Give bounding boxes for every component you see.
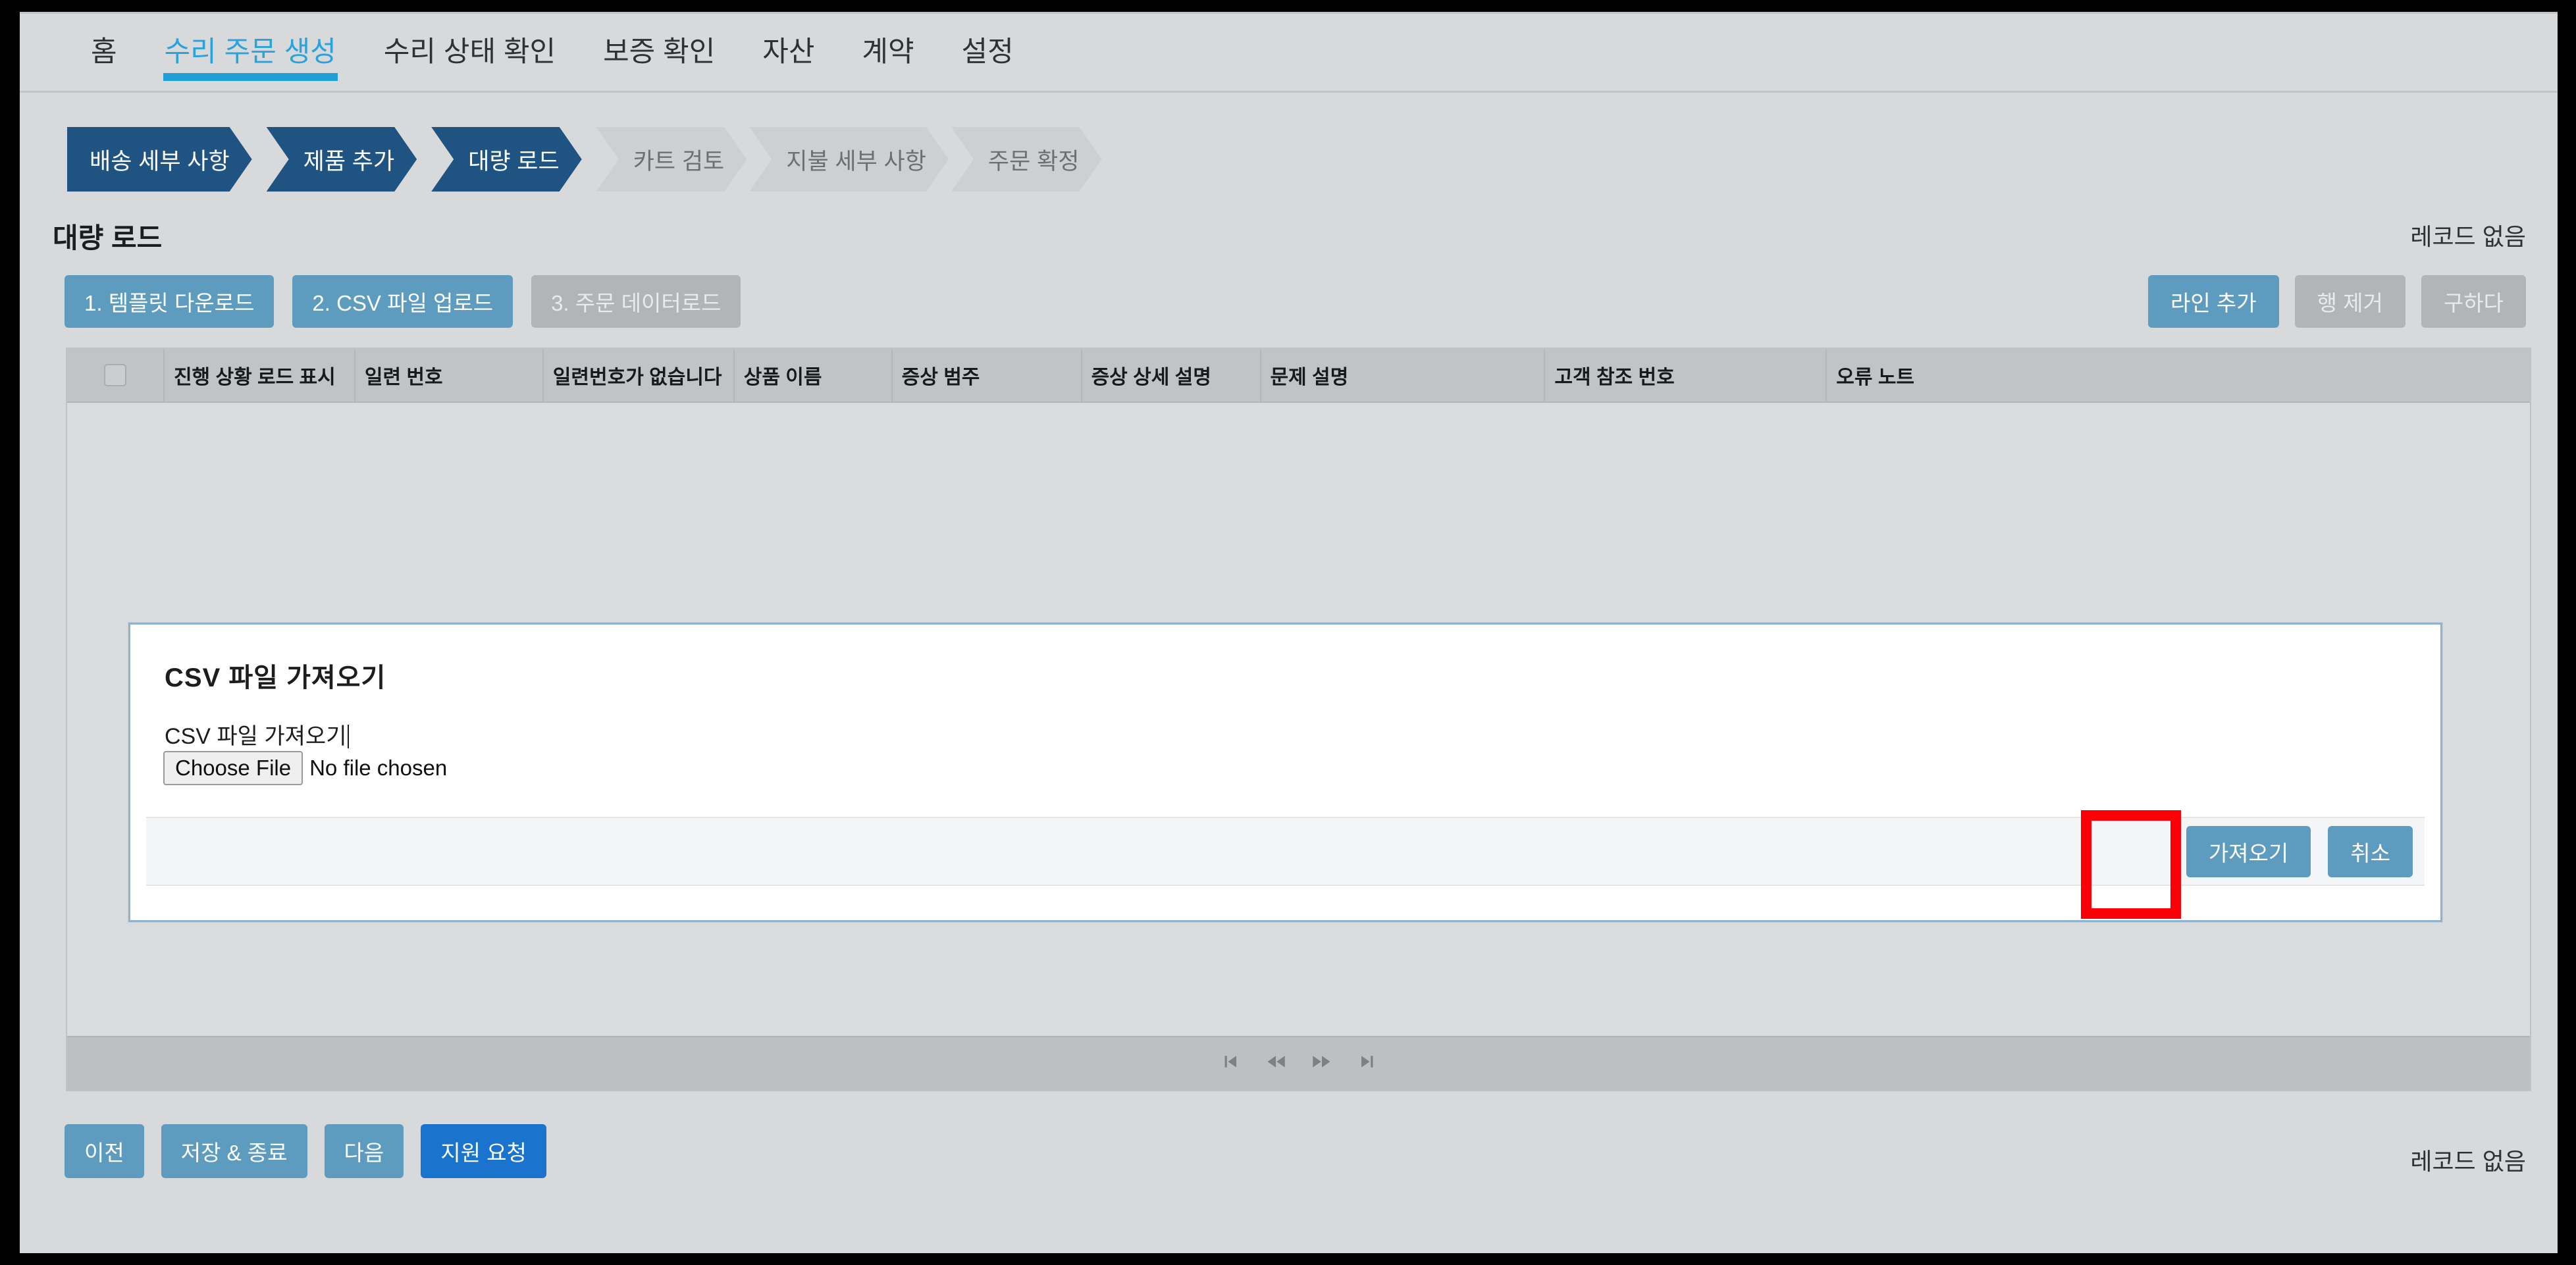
text-caret: [348, 725, 350, 748]
nav-item-settings[interactable]: 설정: [938, 28, 1038, 85]
nav-bottom-divider: [20, 91, 2558, 93]
previous-page-icon[interactable]: [1266, 1052, 1286, 1075]
load-order-data-button[interactable]: 3. 주문 데이터로드: [531, 275, 741, 328]
wizard-navigation-buttons: 이전 저장 & 종료 다음 지원 요청: [65, 1124, 546, 1178]
dialog-footer: 가져오기 취소: [146, 817, 2425, 886]
select-all-header-cell[interactable]: [67, 349, 165, 401]
nav-item-home[interactable]: 홈: [67, 28, 141, 85]
nav-item-label: 수리 상태 확인: [383, 36, 556, 68]
last-page-icon[interactable]: [1358, 1052, 1378, 1075]
nav-item-list: 홈 수리 주문 생성 수리 상태 확인 보증 확인 자산 계약 설정: [67, 28, 1038, 85]
nav-item-create-repair-order[interactable]: 수리 주문 생성: [141, 28, 360, 85]
grid-pagination-bar: [67, 1036, 2530, 1090]
step-label: 지불 세부 사항: [786, 148, 926, 174]
column-header-product-name[interactable]: 상품 이름: [735, 349, 893, 401]
records-count-bottom: 레코드 없음: [2410, 1148, 2526, 1175]
nav-item-label: 보증 확인: [603, 36, 716, 68]
nav-item-warranty-check[interactable]: 보증 확인: [579, 28, 739, 85]
nav-item-label: 계약: [862, 36, 914, 68]
grid-row-actions: 라인 추가 행 제거 구하다: [2148, 275, 2526, 328]
csv-file-field-label-text: CSV 파일 가져오기: [165, 724, 347, 749]
step-bulk-load[interactable]: 대량 로드: [431, 127, 582, 192]
step-label: 제품 추가: [303, 148, 395, 174]
step-label: 대량 로드: [468, 148, 560, 174]
column-header-problem-description[interactable]: 문제 설명: [1261, 349, 1546, 401]
step-label: 배송 세부 사항: [90, 148, 230, 174]
previous-button[interactable]: 이전: [65, 1124, 144, 1178]
column-header-error-note[interactable]: 오류 노트: [1827, 349, 2530, 401]
step-label: 카트 검토: [633, 148, 725, 174]
import-button[interactable]: 가져오기: [2186, 825, 2311, 877]
csv-import-dialog: CSV 파일 가져오기 CSV 파일 가져오기 Choose File No f…: [128, 623, 2442, 922]
select-all-checkbox[interactable]: [103, 364, 126, 386]
remove-row-button[interactable]: 행 제거: [2294, 275, 2405, 328]
nav-item-label: 설정: [961, 36, 1014, 68]
records-count-top: 레코드 없음: [2410, 223, 2526, 250]
add-line-button[interactable]: 라인 추가: [2148, 275, 2279, 328]
column-header-no-serial-number[interactable]: 일련번호가 없습니다: [544, 349, 735, 401]
nav-item-label: 홈: [91, 36, 117, 68]
column-header-customer-reference-number[interactable]: 고객 참조 번호: [1545, 349, 1827, 401]
file-input-row[interactable]: Choose File No file chosen: [163, 751, 447, 785]
nav-item-label: 수리 주문 생성: [164, 36, 336, 68]
request-support-button[interactable]: 지원 요청: [421, 1124, 546, 1178]
page-title: 대량 로드: [53, 222, 163, 253]
column-header-serial-number[interactable]: 일련 번호: [355, 349, 544, 401]
column-header-symptom-detail[interactable]: 증상 상세 설명: [1082, 349, 1261, 401]
save-and-exit-button[interactable]: 저장 & 종료: [161, 1124, 307, 1178]
file-chosen-status: No file chosen: [309, 756, 448, 780]
step-review-cart[interactable]: 카트 검토: [596, 127, 747, 192]
nav-item-repair-status[interactable]: 수리 상태 확인: [360, 28, 579, 85]
choose-file-button[interactable]: Choose File: [163, 751, 303, 785]
step-payment-details[interactable]: 지불 세부 사항: [749, 127, 949, 192]
download-template-button[interactable]: 1. 템플릿 다운로드: [65, 275, 275, 328]
upload-csv-button[interactable]: 2. CSV 파일 업로드: [292, 275, 513, 328]
grid-header-row: 진행 상황 로드 표시 일련 번호 일련번호가 없습니다 상품 이름 증상 범주…: [67, 349, 2530, 403]
bulk-load-actions: 1. 템플릿 다운로드 2. CSV 파일 업로드 3. 주문 데이터로드: [65, 275, 741, 328]
next-button[interactable]: 다음: [324, 1124, 404, 1178]
step-label: 주문 확정: [987, 148, 1080, 174]
first-page-icon[interactable]: [1220, 1052, 1240, 1075]
column-header-load-progress[interactable]: 진행 상황 로드 표시: [165, 349, 355, 401]
step-confirm-order[interactable]: 주문 확정: [951, 127, 1102, 192]
nav-item-label: 자산: [762, 36, 815, 68]
cancel-button[interactable]: 취소: [2328, 825, 2413, 877]
application-window: 홈 수리 주문 생성 수리 상태 확인 보증 확인 자산 계약 설정 배송 세부…: [20, 12, 2558, 1253]
nav-item-assets[interactable]: 자산: [739, 28, 838, 85]
column-header-symptom-category[interactable]: 증상 범주: [893, 349, 1082, 401]
wizard-step-bar: 배송 세부 사항 제품 추가 대량 로드 카트 검토 지불 세부 사항 주문 확…: [67, 127, 1104, 192]
step-add-product[interactable]: 제품 추가: [267, 127, 417, 192]
csv-file-field-label: CSV 파일 가져오기: [165, 718, 350, 750]
save-button[interactable]: 구하다: [2421, 275, 2526, 328]
nav-item-contracts[interactable]: 계약: [838, 28, 937, 85]
top-navigation-bar: 홈 수리 주문 생성 수리 상태 확인 보증 확인 자산 계약 설정: [20, 12, 2558, 93]
dialog-title: CSV 파일 가져오기: [165, 663, 386, 692]
step-shipping-details[interactable]: 배송 세부 사항: [67, 127, 252, 192]
next-page-icon[interactable]: [1312, 1052, 1332, 1075]
